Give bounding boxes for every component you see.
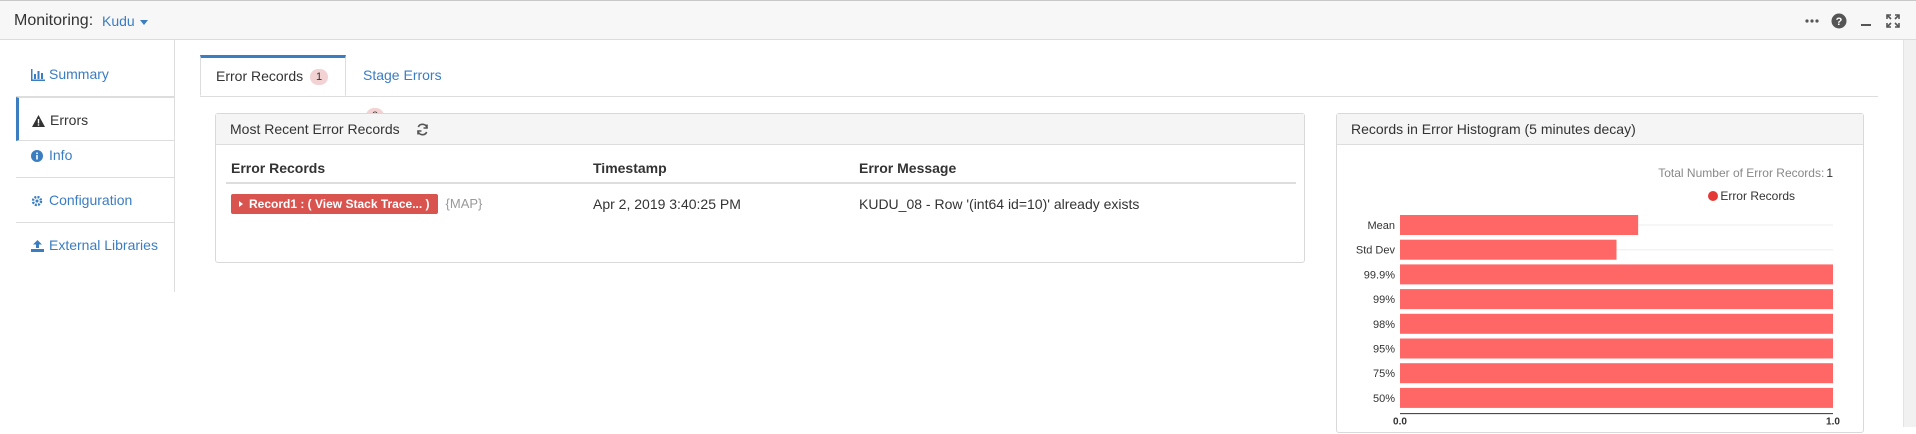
recent-errors-panel: Most Recent Error Records Error Records … <box>215 113 1305 263</box>
histogram-bar-mean[interactable] <box>1400 215 1639 235</box>
error-records-count-badge: 1 <box>310 69 329 85</box>
record-cell: Record1 : ( View Stack Trace... ) {MAP} <box>226 183 588 224</box>
x-tick-label: 1.0 <box>1826 417 1840 428</box>
histogram-chart: Mean Std Dev 99.9% 99% 98% 95% 75% 50% 0.0 1.0 <box>1356 215 1840 428</box>
tab-label: Error Records <box>216 68 304 84</box>
upload-icon <box>31 225 45 269</box>
monitoring-label: Monitoring: <box>14 12 94 29</box>
col-header-timestamp: Timestamp <box>588 154 854 184</box>
sidebar-item-label: Configuration <box>49 192 133 208</box>
sidebar-item-label: Errors <box>50 112 89 128</box>
sidebar-item-external-libraries[interactable]: External Libraries <box>16 223 174 267</box>
chevron-down-icon <box>139 19 148 25</box>
svg-text:?: ? <box>1836 16 1843 28</box>
error-records-table: Error Records Timestamp Error Message Re… <box>226 154 1296 224</box>
timestamp-cell: Apr 2, 2019 3:40:25 PM <box>593 196 741 212</box>
histogram-bar-std-dev[interactable] <box>1400 239 1617 260</box>
error-tabs: Error Records 1 Stage Errors 0 <box>200 55 1878 124</box>
info-icon <box>31 135 45 179</box>
refresh-icon[interactable] <box>416 116 429 146</box>
col-header-error-message: Error Message <box>854 154 1296 184</box>
sidebar-item-label: External Libraries <box>49 237 158 253</box>
view-stack-trace-button[interactable]: Record1 : ( View Stack Trace... ) <box>231 194 438 214</box>
sidebar-item-configuration[interactable]: Configuration <box>16 178 174 222</box>
x-tick-label: 0.0 <box>1393 417 1407 428</box>
record-label: Record1 : ( View Stack Trace... ) <box>249 197 430 211</box>
minimize-icon[interactable] <box>1857 12 1875 30</box>
tab-stage-errors[interactable]: Stage Errors 0 <box>348 55 478 124</box>
category-tick-label: Mean <box>1367 220 1395 232</box>
maximize-icon[interactable] <box>1884 12 1902 30</box>
histogram-bar-98[interactable] <box>1400 313 1833 334</box>
histogram-bar-99[interactable] <box>1400 289 1833 310</box>
category-tick-label: 99.9% <box>1364 269 1395 281</box>
caret-right-icon <box>239 201 243 207</box>
category-tick-label: Std Dev <box>1356 245 1396 257</box>
help-icon[interactable]: ? <box>1830 12 1848 30</box>
tab-error-records[interactable]: Error Records 1 <box>200 55 346 96</box>
col-header-error-records: Error Records <box>226 154 588 184</box>
sidebar: Summary Errors Info Configuration Extern… <box>0 40 175 292</box>
record-type: {MAP} <box>445 196 483 211</box>
pipeline-name: Kudu <box>102 13 135 29</box>
category-tick-label: 75% <box>1373 368 1395 380</box>
category-tick-label: 50% <box>1373 393 1395 405</box>
sidebar-item-info[interactable]: Info <box>16 133 174 177</box>
recent-errors-heading: Most Recent Error Records <box>216 114 1304 145</box>
error-message-cell: KUDU_08 - Row '(int64 id=10)' already ex… <box>859 196 1140 212</box>
monitoring-header: Monitoring: Kudu ? <box>0 0 1916 40</box>
histogram-bar-99-9[interactable] <box>1400 264 1833 285</box>
category-tick-label: 95% <box>1373 344 1395 356</box>
tab-label: Stage Errors <box>363 67 442 83</box>
vertical-scrollbar[interactable] <box>1903 40 1916 427</box>
gear-icon <box>31 180 45 224</box>
table-row: Record1 : ( View Stack Trace... ) {MAP} A… <box>226 183 1296 224</box>
bar-chart-icon <box>31 54 45 98</box>
category-tick-label: 99% <box>1373 294 1395 306</box>
sidebar-item-label: Info <box>49 147 73 163</box>
pipeline-dropdown[interactable]: Kudu <box>102 13 148 29</box>
more-icon[interactable] <box>1803 12 1821 30</box>
histogram-bar-75[interactable] <box>1400 363 1833 384</box>
panel-title: Most Recent Error Records <box>230 121 400 137</box>
category-tick-label: 98% <box>1373 319 1395 331</box>
sidebar-item-summary[interactable]: Summary <box>16 52 174 96</box>
histogram-bar-50[interactable] <box>1400 387 1833 408</box>
sidebar-item-label: Summary <box>49 66 109 82</box>
histogram-bar-95[interactable] <box>1400 338 1833 359</box>
histogram-panel: Records in Error Histogram (5 minutes de… <box>1336 113 1864 433</box>
